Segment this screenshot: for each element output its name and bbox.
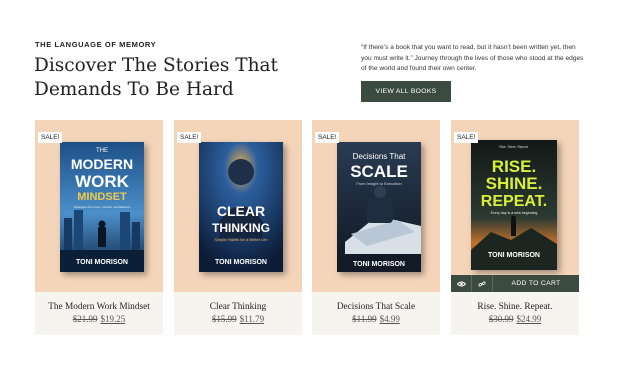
cover-text: Simple Habits for a Better Life bbox=[214, 237, 268, 242]
product-hover-actions: ADD TO CART bbox=[451, 275, 579, 292]
cover-text: THE bbox=[96, 148, 108, 154]
product-image[interactable]: SALE! Rise. Shine. Repeat. RISE. SHINE. … bbox=[451, 120, 579, 292]
cover-text: THINKING bbox=[212, 221, 270, 235]
cover-text: WORK bbox=[75, 172, 130, 191]
cover-text: CLEAR bbox=[217, 203, 265, 219]
link-icon bbox=[478, 280, 486, 287]
sale-badge: SALE! bbox=[315, 132, 340, 143]
page-title: Discover The Stories That Demands To Be … bbox=[34, 54, 334, 102]
cover-text: MODERN bbox=[71, 156, 133, 172]
book-cover: CLEAR THINKING Simple Habits for a Bette… bbox=[199, 142, 283, 272]
headline-line-1: Discover The Stories That bbox=[34, 55, 278, 76]
cover-text: TONI MORISON bbox=[76, 259, 128, 266]
price-sale: $24.99 bbox=[516, 314, 542, 324]
product-title[interactable]: The Modern Work Mindset bbox=[35, 302, 163, 312]
book-cover: THE MODERN WORK MINDSET Strategies for F… bbox=[60, 142, 144, 272]
product-image[interactable]: SALE! THE MODERN WORK MINDSET Strategies… bbox=[35, 120, 163, 292]
product-image[interactable]: SALE! Decisions That SCALE From Insight … bbox=[312, 120, 440, 292]
price-sale: $11.79 bbox=[239, 314, 265, 324]
price-original: $21.99 bbox=[72, 314, 98, 324]
price-sale: $19.25 bbox=[100, 314, 126, 324]
product-card-rise-shine-repeat[interactable]: SALE! Rise. Shine. Repeat. RISE. SHINE. … bbox=[451, 120, 579, 335]
cover-text: TONI MORISON bbox=[353, 261, 405, 268]
add-to-cart-button[interactable]: ADD TO CART bbox=[493, 275, 579, 292]
sale-badge: SALE! bbox=[177, 132, 202, 143]
price-original: $30.99 bbox=[488, 314, 514, 324]
copy-link-button[interactable] bbox=[472, 275, 493, 292]
book-cover-art: THE MODERN WORK MINDSET Strategies for F… bbox=[60, 142, 144, 272]
book-cover-art: Decisions That SCALE From Insight to Exe… bbox=[337, 142, 421, 272]
book-cover-art: CLEAR THINKING Simple Habits for a Bette… bbox=[199, 142, 283, 272]
cover-text: Strategies for Focus, Growth, and Balanc… bbox=[74, 205, 131, 209]
headline-line-2: Demands To Be Hard bbox=[34, 79, 234, 100]
product-card-decisions-that-scale[interactable]: SALE! Decisions That SCALE From Insight … bbox=[312, 120, 440, 335]
product-info: Decisions That Scale $11.99 $4.99 bbox=[312, 292, 440, 335]
product-info: Rise. Shine. Repeat. $30.99 $24.99 bbox=[451, 292, 579, 335]
price-original: $11.99 bbox=[352, 314, 377, 324]
book-cover-art: Rise. Shine. Repeat. RISE. SHINE. REPEAT… bbox=[471, 140, 557, 270]
product-title[interactable]: Clear Thinking bbox=[174, 302, 302, 312]
cover-text: Every day is a new beginning bbox=[491, 211, 538, 215]
cover-text: SHINE. bbox=[486, 174, 543, 193]
eyebrow: THE LANGUAGE OF MEMORY bbox=[35, 40, 157, 49]
product-title[interactable]: Decisions That Scale bbox=[312, 302, 440, 312]
product-price: $11.99 $4.99 bbox=[312, 314, 440, 324]
price-original: $15.99 bbox=[211, 314, 237, 324]
product-card-modern-work-mindset[interactable]: SALE! THE MODERN WORK MINDSET Strategies… bbox=[35, 120, 163, 335]
quick-view-button[interactable] bbox=[451, 275, 472, 292]
price-sale: $4.99 bbox=[379, 314, 400, 324]
cover-text: MINDSET bbox=[77, 191, 127, 203]
sale-badge: SALE! bbox=[454, 132, 479, 143]
view-all-books-button[interactable]: VIEW ALL BOOKS bbox=[361, 81, 451, 102]
cover-text: SCALE bbox=[350, 162, 408, 181]
cover-text: From Insight to Execution bbox=[356, 181, 401, 186]
product-price: $30.99 $24.99 bbox=[451, 314, 579, 324]
product-price: $15.99 $11.79 bbox=[174, 314, 302, 324]
book-cover: Rise. Shine. Repeat. RISE. SHINE. REPEAT… bbox=[471, 140, 557, 270]
cover-text: TONI MORISON bbox=[488, 252, 540, 259]
product-image[interactable]: SALE! CLEAR THINKING Simple Habits for a… bbox=[174, 120, 302, 292]
product-info: The Modern Work Mindset $21.99 $19.25 bbox=[35, 292, 163, 335]
cover-text: REPEAT. bbox=[481, 193, 547, 210]
product-info: Clear Thinking $15.99 $11.79 bbox=[174, 292, 302, 335]
cover-text: Decisions That bbox=[353, 152, 407, 161]
product-price: $21.99 $19.25 bbox=[35, 314, 163, 324]
sale-badge: SALE! bbox=[38, 132, 63, 143]
eye-icon bbox=[456, 281, 466, 286]
book-cover: Decisions That SCALE From Insight to Exe… bbox=[337, 142, 421, 272]
product-card-clear-thinking[interactable]: SALE! CLEAR THINKING Simple Habits for a… bbox=[174, 120, 302, 335]
product-title[interactable]: Rise. Shine. Repeat. bbox=[451, 302, 579, 312]
intro-quote: “If there’s a book that you want to read… bbox=[361, 44, 584, 73]
cover-text: Rise. Shine. Repeat. bbox=[499, 145, 528, 149]
cover-text: TONI MORISON bbox=[215, 259, 267, 266]
